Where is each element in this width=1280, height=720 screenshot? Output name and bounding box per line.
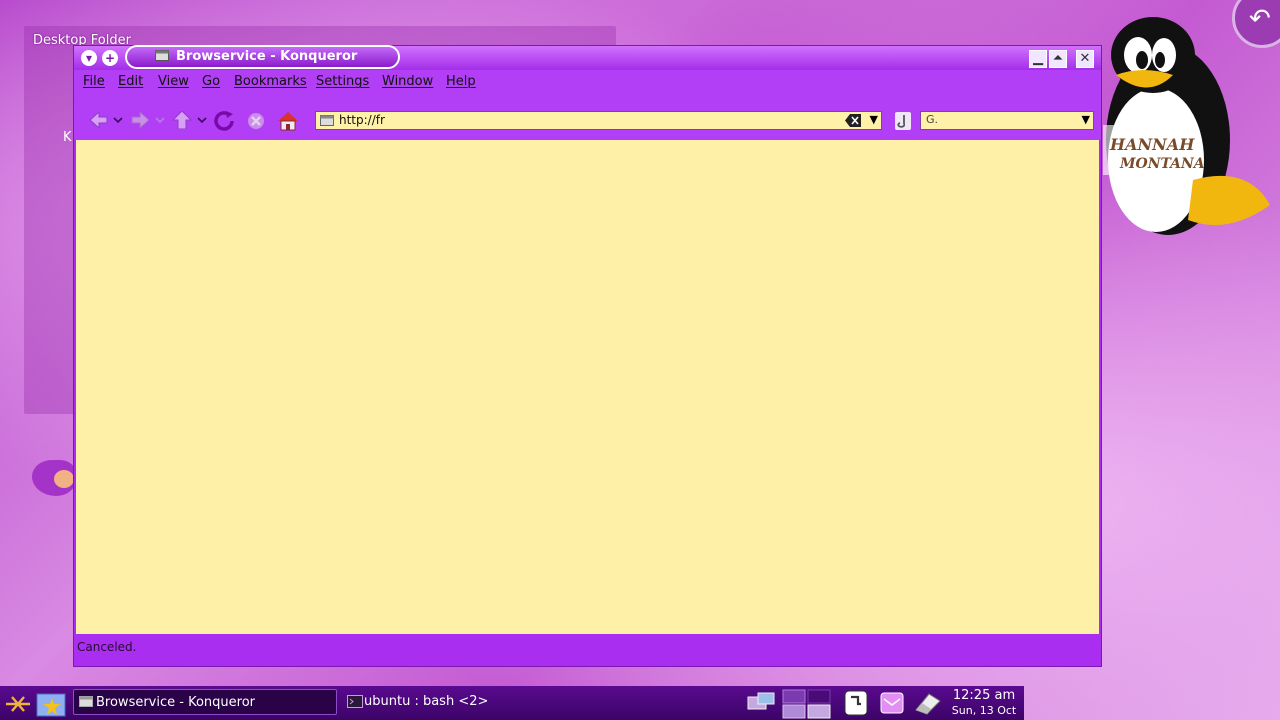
kmenu-icon[interactable]	[4, 693, 32, 715]
konqueror-window-icon	[155, 50, 169, 61]
close-button[interactable]: ✕	[1076, 50, 1094, 68]
menu-edit[interactable]: Edit	[118, 74, 143, 89]
sticky-button[interactable]: +	[102, 50, 118, 66]
terminal-icon	[347, 695, 363, 708]
clipboard-icon[interactable]	[842, 689, 870, 717]
menu-bar: File Edit View Go Bookmarks Settings Win…	[74, 70, 1101, 94]
svg-text:HANNAH: HANNAH	[1109, 135, 1195, 154]
tux-penguin-image: HANNAH MONTANA	[1103, 17, 1270, 235]
menu-go[interactable]: Go	[202, 74, 220, 89]
svg-text:MONTANA: MONTANA	[1119, 156, 1205, 172]
back-icon[interactable]	[88, 111, 124, 129]
window-menu-button[interactable]: ▾	[81, 50, 97, 66]
main-toolbar: http://fr ▼ G. ▼	[74, 94, 1101, 140]
menu-settings[interactable]: Settings	[316, 74, 369, 89]
location-input[interactable]: http://fr	[339, 113, 385, 127]
taskbar: Browservice - Konqueror ubuntu : bash <2…	[0, 686, 1024, 720]
task-konqueror[interactable]: Browservice - Konqueror	[73, 689, 337, 715]
location-bar[interactable]: http://fr ▼	[315, 111, 882, 130]
menu-window[interactable]: Window	[382, 74, 433, 89]
home-icon[interactable]	[277, 111, 299, 131]
clock-date: Sun, 13 Oct	[951, 704, 1017, 717]
menu-view[interactable]: View	[158, 74, 189, 89]
task-window-icon	[79, 696, 93, 707]
status-bar: Canceled.	[74, 634, 1101, 666]
clear-icon[interactable]	[845, 114, 861, 127]
mail-icon[interactable]	[878, 689, 906, 717]
desktop-pager-icon[interactable]	[782, 689, 834, 719]
task-terminal[interactable]: ubuntu : bash <2>	[342, 689, 542, 715]
forward-icon[interactable]	[130, 111, 166, 129]
desktop-folder-partial-label: K	[63, 130, 72, 145]
go-icon[interactable]	[894, 111, 912, 131]
task-label: ubuntu : bash <2>	[364, 694, 489, 709]
window-title: Browservice - Konqueror	[176, 49, 358, 64]
up-icon[interactable]	[172, 111, 208, 129]
desktop-folder-icon[interactable]	[36, 690, 68, 718]
menu-bookmarks[interactable]: Bookmarks	[234, 74, 307, 89]
clock-time: 12:25 am	[952, 688, 1016, 703]
konqueror-window[interactable]: ▾ + Browservice - Konqueror ▁ ⏶ ✕ File E…	[73, 45, 1102, 667]
network-icon[interactable]	[746, 691, 776, 717]
search-icon: G.	[926, 113, 939, 126]
page-content-area[interactable]	[76, 140, 1099, 634]
clock[interactable]: 12:25 am Sun, 13 Oct	[944, 688, 1024, 718]
window-title-pill: Browservice - Konqueror	[125, 45, 400, 69]
search-bar[interactable]: G. ▼	[920, 111, 1094, 130]
maximize-button[interactable]: ⏶	[1049, 50, 1067, 68]
minimize-button[interactable]: ▁	[1029, 50, 1047, 68]
reload-icon[interactable]	[214, 111, 236, 131]
status-text: Canceled.	[77, 640, 137, 654]
task-label: Browservice - Konqueror	[96, 695, 256, 710]
stop-icon[interactable]	[246, 111, 266, 131]
page-favicon-icon	[320, 115, 334, 126]
menu-file[interactable]: File	[83, 74, 105, 89]
window-titlebar[interactable]: ▾ + Browservice - Konqueror ▁ ⏶ ✕	[74, 45, 1101, 70]
search-dropdown-icon[interactable]: ▼	[1082, 113, 1090, 126]
menu-help[interactable]: Help	[446, 74, 476, 89]
desktop-decoration	[32, 460, 76, 496]
eraser-icon[interactable]	[913, 690, 943, 716]
location-dropdown-icon[interactable]: ▼	[870, 113, 878, 126]
